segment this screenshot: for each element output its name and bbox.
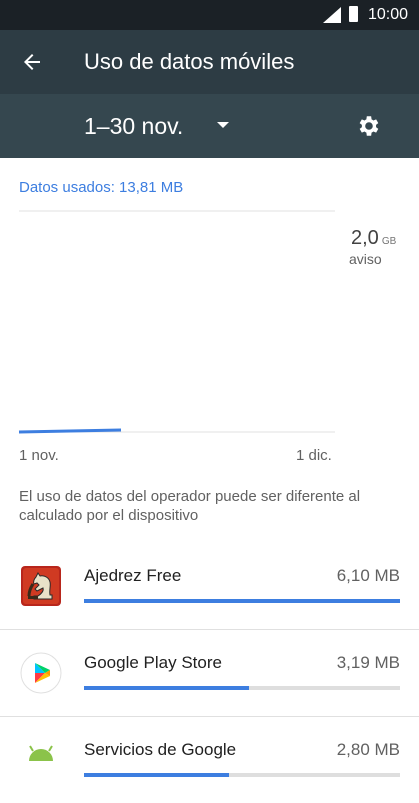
play-store-icon [20, 652, 62, 694]
filter-bar: 1–30 nov. [0, 94, 419, 158]
caret-down-icon[interactable] [217, 122, 229, 128]
app-name: Ajedrez Free [84, 566, 182, 585]
data-used-label: Datos usados: 13,81 MB [19, 179, 184, 196]
status-bar: 10:00 [0, 0, 419, 30]
usage-bar [84, 686, 400, 690]
chart-end-date: 1 dic. [296, 447, 332, 464]
chess-knight-icon [21, 566, 61, 606]
usage-bar [84, 773, 400, 777]
page-title: Uso de datos móviles [84, 49, 295, 74]
battery-icon [349, 6, 358, 22]
warning-number: 2,0 [351, 227, 379, 249]
app-row-ajedrez[interactable]: Ajedrez Free 6,10 MB [0, 543, 419, 629]
carrier-note: El uso de datos del operador puede ser d… [19, 488, 361, 524]
app-name: Servicios de Google [84, 740, 237, 759]
usage-bar-fill [84, 686, 250, 690]
warning-label: aviso [349, 251, 382, 267]
gear-icon[interactable] [355, 113, 381, 139]
usage-bar-fill [84, 773, 230, 777]
app-row-google-services[interactable]: Servicios de Google 2,80 MB [0, 717, 419, 803]
status-time: 10:00 [368, 6, 409, 23]
android-icon [29, 745, 53, 761]
app-size: 2,80 MB [336, 740, 400, 759]
period-dropdown[interactable]: 1–30 nov. [84, 110, 183, 142]
usage-bar [84, 599, 400, 603]
chart-start-date: 1 nov. [19, 447, 59, 464]
app-size: 6,10 MB [336, 566, 400, 585]
app-size: 3,19 MB [336, 653, 400, 672]
arrow-back-icon[interactable] [20, 50, 44, 74]
warning-value: 2,0 GB [351, 226, 396, 254]
app-bar: Uso de datos móviles [0, 30, 419, 94]
usage-line [18, 428, 122, 434]
usage-bar-fill [84, 599, 400, 603]
warning-unit: GB [381, 236, 397, 247]
signal-icon [323, 7, 341, 23]
app-name: Google Play Store [84, 653, 222, 672]
app-row-play-store[interactable]: Google Play Store 3,19 MB [0, 630, 419, 716]
